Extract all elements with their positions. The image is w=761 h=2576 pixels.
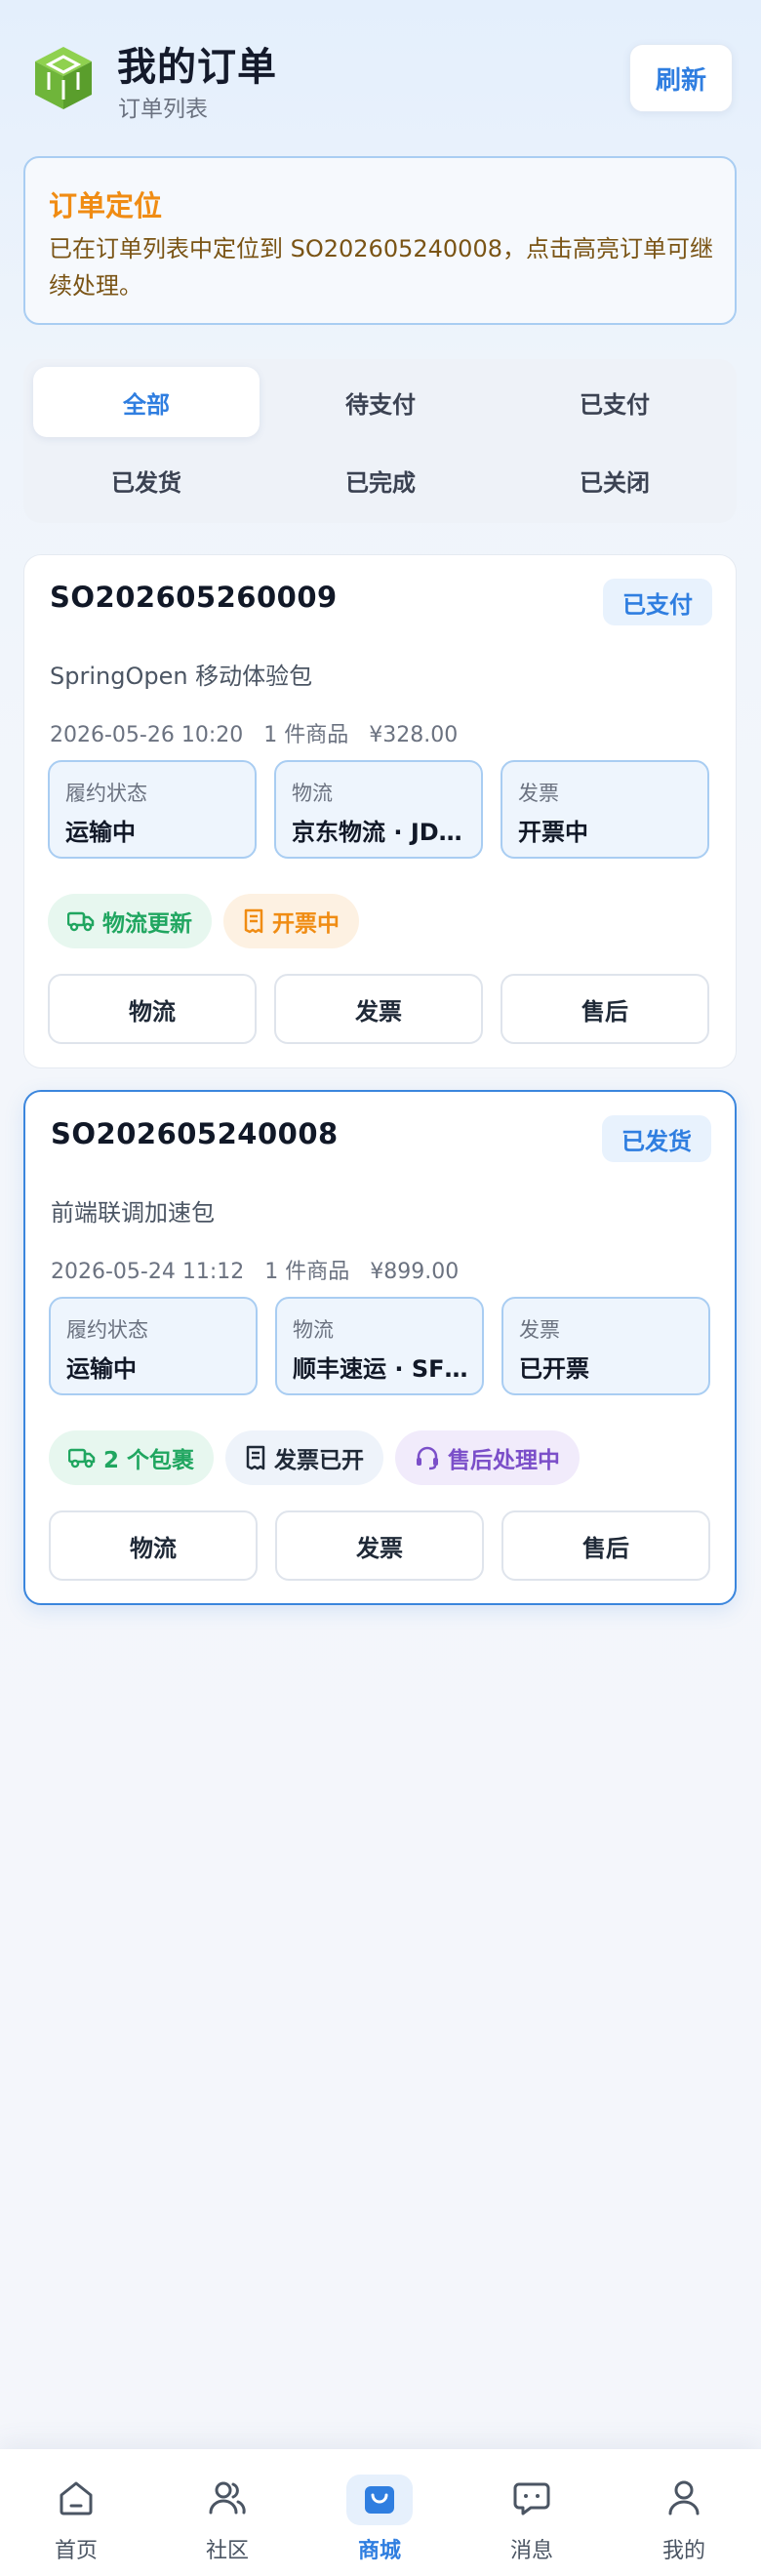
bottom-nav: 首页 社区 商城 消息 我的 bbox=[0, 2449, 761, 2576]
packages-chip: 2 个包裹 bbox=[49, 1430, 215, 1485]
info-value: 开票中 bbox=[518, 819, 588, 846]
nav-label: 首页 bbox=[54, 2539, 98, 2563]
users-icon bbox=[209, 2481, 246, 2515]
notice-text: 已在订单列表中定位到 SO202605240008，点击高亮订单可继续处理。 bbox=[49, 235, 713, 300]
tab-pending-payment[interactable]: 待支付 bbox=[267, 367, 494, 437]
invoice-issued-chip: 发票已开 bbox=[225, 1430, 384, 1485]
nav-messages[interactable]: 消息 bbox=[473, 2449, 590, 2576]
order-meta: 2026-05-26 10:20 1 件商品 ¥328.00 bbox=[50, 717, 471, 748]
home-icon bbox=[60, 2481, 93, 2516]
invoicing-chip: 开票中 bbox=[223, 894, 359, 948]
order-number: SO202605240008 bbox=[51, 1117, 339, 1150]
notice-title: 订单定位 bbox=[49, 189, 163, 222]
page-title: 我的订单 bbox=[117, 45, 277, 90]
order-locate-notice: 订单定位 已在订单列表中定位到 SO202605240008，点击高亮订单可继续… bbox=[23, 156, 737, 325]
order-tags: 物流更新 开票中 bbox=[48, 894, 359, 948]
tab-all[interactable]: 全部 bbox=[33, 367, 260, 437]
item-count: 1 件商品 bbox=[264, 1260, 350, 1284]
truck-icon bbox=[67, 911, 95, 932]
user-icon bbox=[668, 2480, 700, 2516]
tab-closed[interactable]: 已关闭 bbox=[501, 445, 728, 515]
tab-paid[interactable]: 已支付 bbox=[501, 367, 728, 437]
chip-label: 开票中 bbox=[272, 911, 340, 937]
logistics-button[interactable]: 物流 bbox=[49, 1510, 258, 1581]
order-tags: 2 个包裹 发票已开 售后处理中 bbox=[49, 1430, 581, 1485]
product-name: 前端联调加速包 bbox=[51, 1199, 215, 1227]
invoice-button[interactable]: 发票 bbox=[274, 974, 483, 1044]
receipt-icon bbox=[244, 908, 263, 934]
nav-home[interactable]: 首页 bbox=[18, 2449, 135, 2576]
refresh-button[interactable]: 刷新 bbox=[629, 44, 733, 112]
header: 我的订单 订单列表 刷新 bbox=[0, 0, 761, 146]
nav-label: 商城 bbox=[357, 2539, 401, 2563]
after-sales-button[interactable]: 售后 bbox=[501, 1510, 710, 1581]
order-time: 2026-05-24 11:12 bbox=[51, 1260, 245, 1284]
logistics-box: 物流 顺丰速运 · SF… bbox=[275, 1297, 484, 1395]
headset-icon bbox=[417, 1446, 439, 1470]
info-label: 发票 bbox=[518, 782, 559, 805]
nav-label: 我的 bbox=[661, 2539, 705, 2563]
message-icon bbox=[513, 2482, 550, 2516]
info-label: 发票 bbox=[519, 1318, 560, 1342]
status-badge: 已发货 bbox=[602, 1115, 711, 1162]
tab-shipped[interactable]: 已发货 bbox=[33, 445, 260, 515]
nav-label: 社区 bbox=[205, 2539, 249, 2563]
nav-profile[interactable]: 我的 bbox=[625, 2449, 742, 2576]
nav-label: 消息 bbox=[509, 2539, 553, 2563]
logistics-box: 物流 京东物流 · JD… bbox=[274, 760, 483, 859]
order-number: SO202605260009 bbox=[50, 581, 338, 614]
nav-mall[interactable]: 商城 bbox=[321, 2449, 438, 2576]
product-name: SpringOpen 移动体验包 bbox=[50, 663, 313, 690]
nav-community[interactable]: 社区 bbox=[169, 2449, 286, 2576]
truck-icon bbox=[68, 1448, 96, 1469]
page-subtitle: 订单列表 bbox=[118, 97, 208, 122]
after-sales-chip: 售后处理中 bbox=[395, 1430, 581, 1485]
chip-label: 售后处理中 bbox=[448, 1448, 561, 1473]
info-value: 已开票 bbox=[519, 1355, 589, 1383]
order-amount: ¥328.00 bbox=[369, 723, 459, 747]
info-label: 物流 bbox=[293, 1318, 334, 1342]
after-sales-button[interactable]: 售后 bbox=[501, 974, 709, 1044]
info-label: 履约状态 bbox=[66, 1318, 148, 1342]
order-card-highlighted[interactable]: SO202605240008 已发货 前端联调加速包 2026-05-24 11… bbox=[23, 1090, 737, 1605]
chip-label: 发票已开 bbox=[274, 1448, 365, 1473]
order-status-tabs: 全部 待支付 已支付 已发货 已完成 已关闭 bbox=[23, 359, 737, 523]
shopping-bag-icon bbox=[365, 2486, 394, 2514]
info-label: 履约状态 bbox=[65, 782, 147, 805]
tab-completed[interactable]: 已完成 bbox=[267, 445, 494, 515]
status-badge: 已支付 bbox=[603, 579, 712, 625]
fulfillment-status-box: 履约状态 运输中 bbox=[49, 1297, 258, 1395]
info-value: 京东物流 · JD… bbox=[292, 819, 462, 846]
info-value: 顺丰速运 · SF… bbox=[293, 1355, 468, 1383]
chip-label: 物流更新 bbox=[102, 911, 192, 937]
logistics-button[interactable]: 物流 bbox=[48, 974, 257, 1044]
order-card[interactable]: SO202605260009 已支付 SpringOpen 移动体验包 2026… bbox=[23, 554, 737, 1068]
info-value: 运输中 bbox=[65, 819, 136, 846]
fulfillment-status-box: 履约状态 运输中 bbox=[48, 760, 257, 859]
item-count: 1 件商品 bbox=[263, 723, 349, 747]
chip-label: 2 个包裹 bbox=[103, 1448, 195, 1473]
invoice-box: 发票 开票中 bbox=[501, 760, 709, 859]
order-amount: ¥899.00 bbox=[370, 1260, 460, 1284]
order-time: 2026-05-26 10:20 bbox=[50, 723, 244, 747]
receipt-icon bbox=[246, 1445, 265, 1470]
invoice-button[interactable]: 发票 bbox=[275, 1510, 484, 1581]
info-label: 物流 bbox=[292, 782, 333, 805]
invoice-box: 发票 已开票 bbox=[501, 1297, 710, 1395]
info-value: 运输中 bbox=[66, 1355, 137, 1383]
logistics-update-chip: 物流更新 bbox=[48, 894, 212, 948]
order-meta: 2026-05-24 11:12 1 件商品 ¥899.00 bbox=[51, 1254, 472, 1285]
cube-logo-icon bbox=[35, 47, 92, 109]
